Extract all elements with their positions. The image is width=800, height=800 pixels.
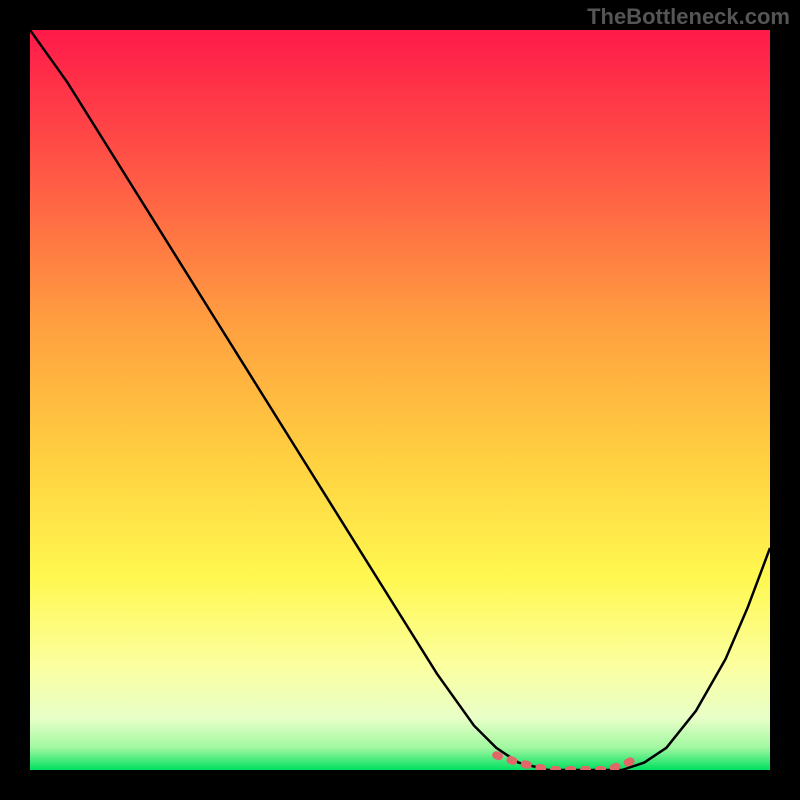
- gradient-background: [30, 30, 770, 770]
- watermark-text: TheBottleneck.com: [587, 4, 790, 30]
- chart-svg: [30, 30, 770, 770]
- chart-plot-area: [30, 30, 770, 770]
